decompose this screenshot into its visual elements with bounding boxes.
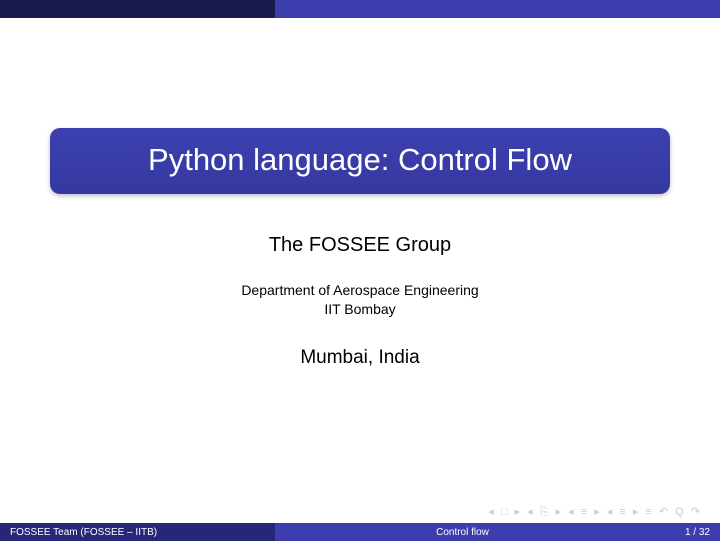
institution-line: IIT Bombay (241, 300, 478, 319)
footer-page-text: 1 / 32 (685, 527, 710, 538)
slide-title: Python language: Control Flow (60, 142, 660, 178)
top-progress-bar (0, 0, 720, 18)
location-line: Mumbai, India (300, 347, 419, 369)
topbar-segment-blue (275, 0, 720, 18)
department-line: Department of Aerospace Engineering (241, 281, 478, 300)
author-line: The FOSSEE Group (269, 234, 451, 257)
slide-content: Python language: Control Flow The FOSSEE… (0, 18, 720, 523)
footer-title: Control flow (275, 523, 650, 541)
footer-bar: FOSSEE Team (FOSSEE – IITB) Control flow… (0, 523, 720, 541)
beamer-nav-symbols[interactable]: ◂ □ ▸ ◂ ⎘ ▸ ◂ ≡ ▸ ◂ ≡ ▸ ≡ ↶ Q ↷ (488, 505, 702, 519)
title-block: Python language: Control Flow (50, 128, 670, 194)
footer-page: 1 / 32 (650, 523, 720, 541)
footer-author-text: FOSSEE Team (FOSSEE – IITB) (10, 527, 157, 538)
footer-title-text: Control flow (436, 527, 489, 538)
footer-author: FOSSEE Team (FOSSEE – IITB) (0, 523, 275, 541)
nav-symbols-text[interactable]: ◂ □ ▸ ◂ ⎘ ▸ ◂ ≡ ▸ ◂ ≡ ▸ ≡ ↶ Q ↷ (488, 505, 702, 519)
department-block: Department of Aerospace Engineering IIT … (241, 281, 478, 319)
topbar-segment-dark (0, 0, 275, 18)
